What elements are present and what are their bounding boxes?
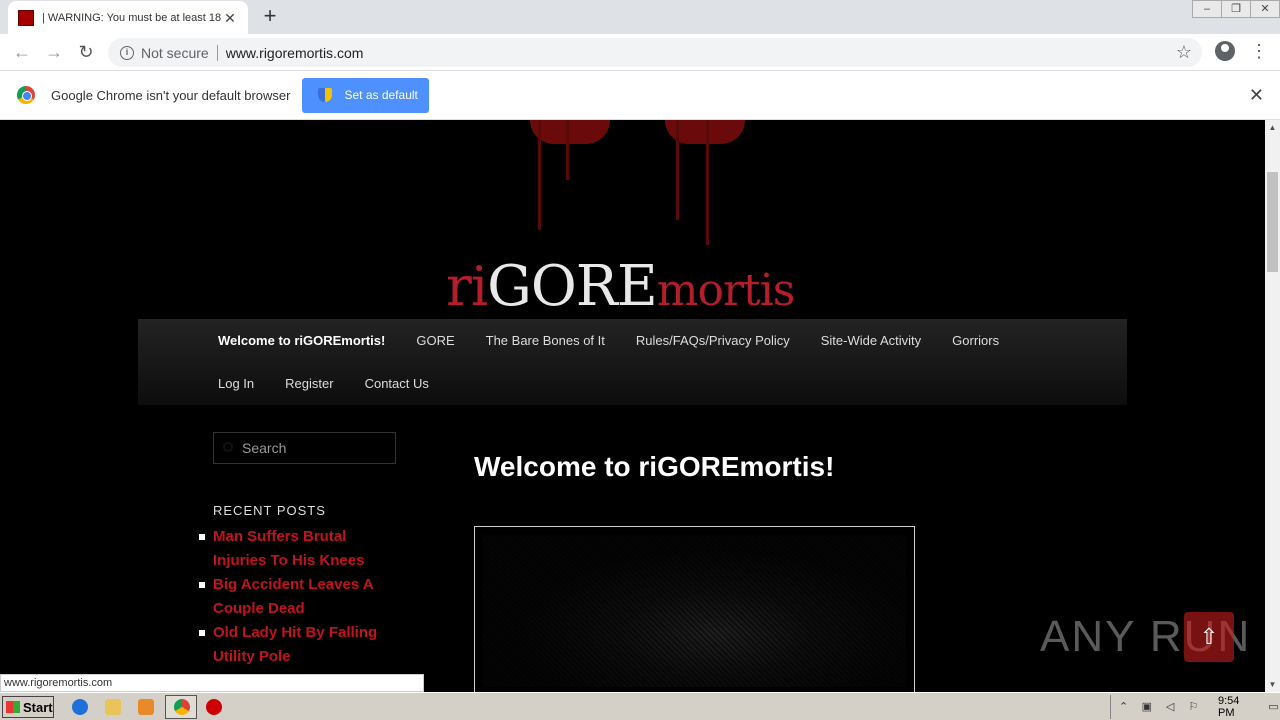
account-icon[interactable]	[1215, 41, 1235, 61]
nav-item-bare-bones[interactable]: The Bare Bones of It	[486, 333, 605, 348]
address-bar[interactable]: i Not secure www.rigoremortis.com ☆	[108, 38, 1202, 67]
nav-item-contact[interactable]: Contact Us	[365, 376, 429, 391]
recent-post-link[interactable]: Old Lady Hit By Falling Utility Pole	[199, 621, 393, 669]
internet-explorer-icon[interactable]	[72, 699, 88, 715]
start-label: Start	[23, 699, 53, 715]
blood-drip	[676, 120, 679, 220]
site-favicon-icon	[18, 9, 34, 26]
blood-drip	[706, 120, 709, 245]
scroll-down-arrow-icon[interactable]: ▼	[1265, 677, 1280, 692]
url-text[interactable]: www.rigoremortis.com	[226, 45, 364, 61]
minimize-button[interactable]: –	[1192, 0, 1222, 18]
set-as-default-button[interactable]: Set as default	[302, 77, 430, 113]
active-tab[interactable]: | WARNING: You must be at least 18 ✕	[8, 1, 248, 34]
logo-mortis: mortis	[656, 265, 796, 316]
nav-item-login[interactable]: Log In	[218, 376, 254, 391]
star-icon[interactable]: ☆	[1176, 42, 1192, 63]
recent-post-link[interactable]: Big Accident Leaves A Couple Dead	[199, 573, 393, 621]
search-input[interactable]	[242, 440, 382, 456]
start-button[interactable]: Start	[2, 696, 54, 718]
show-desktop-icon[interactable]: ▭	[1267, 700, 1280, 714]
uac-shield-icon	[318, 88, 333, 102]
chrome-icon	[174, 699, 190, 715]
nav-item-gore[interactable]: GORE	[416, 333, 454, 348]
nav-item-rules[interactable]: Rules/FAQs/Privacy Policy	[636, 333, 790, 348]
volume-icon[interactable]: ◁	[1164, 700, 1177, 714]
post-image[interactable]	[474, 526, 915, 696]
window-controls: – ❐ ✕	[1192, 0, 1280, 18]
network-icon[interactable]: ▣	[1140, 700, 1153, 714]
windows-taskbar: Start ⌃ ▣ ◁ ⚐ 9:54 PM ▭	[0, 692, 1280, 720]
media-player-icon[interactable]	[138, 699, 154, 715]
scroll-up-arrow-icon[interactable]: ▲	[1265, 120, 1280, 135]
recent-posts-list: Man Suffers Brutal Injuries To His Knees…	[199, 525, 393, 669]
back-arrow-icon[interactable]: ←	[10, 40, 34, 64]
nav-item-register[interactable]: Register	[285, 376, 333, 391]
stop-icon[interactable]	[206, 699, 222, 715]
file-explorer-icon[interactable]	[105, 699, 121, 715]
tray-expand-icon[interactable]: ⌃	[1117, 700, 1130, 714]
nav-row: Welcome to riGOREmortis! GORE The Bare B…	[218, 333, 999, 348]
chrome-logo-icon	[17, 86, 35, 104]
close-window-button[interactable]: ✕	[1250, 0, 1280, 18]
flag-icon[interactable]: ⚐	[1187, 700, 1200, 714]
nav-item-gorriors[interactable]: Gorriors	[952, 333, 999, 348]
search-icon	[223, 442, 233, 452]
set-as-default-label: Set as default	[344, 88, 418, 102]
maximize-button[interactable]: ❐	[1221, 0, 1251, 18]
recent-posts-heading: RECENT POSTS	[213, 503, 326, 518]
post-title: Welcome to riGOREmortis!	[474, 451, 835, 482]
browser-toolbar: ← → ↻ i Not secure www.rigoremortis.com …	[0, 34, 1280, 71]
forward-arrow-icon[interactable]: →	[42, 40, 66, 64]
not-secure-label[interactable]: Not secure	[141, 45, 209, 61]
logo-ri: ri	[446, 255, 488, 318]
nav-item-activity[interactable]: Site-Wide Activity	[821, 333, 921, 348]
site-logo[interactable]: riGOREmortis	[446, 254, 796, 319]
search-field[interactable]	[213, 432, 396, 464]
scroll-thumb[interactable]	[1267, 172, 1278, 272]
nav-row: Log In Register Contact Us	[218, 376, 429, 391]
menu-icon[interactable]: ⋮	[1250, 40, 1268, 62]
scroll-to-top-button[interactable]: ⇧	[1184, 612, 1234, 662]
new-tab-button[interactable]: +	[258, 5, 282, 29]
page-scrollbar[interactable]: ▲ ▼	[1265, 120, 1280, 692]
tab-strip: | WARNING: You must be at least 18 ✕ + –…	[0, 0, 1280, 34]
omnibox-divider	[216, 44, 218, 61]
post-image-content	[483, 535, 906, 687]
tab-title: | WARNING: You must be at least 18	[42, 11, 222, 24]
blood-drip	[566, 120, 569, 180]
nav-item-welcome[interactable]: Welcome to riGOREmortis!	[218, 333, 385, 348]
close-tab-icon[interactable]: ✕	[222, 10, 238, 26]
blood-drip	[538, 120, 541, 230]
link-status-bubble: www.rigoremortis.com	[0, 674, 424, 692]
system-tray: ⌃ ▣ ◁ ⚐ 9:54 PM ▭	[1110, 695, 1280, 719]
reload-icon[interactable]: ↻	[74, 40, 98, 64]
windows-flag-icon	[6, 701, 20, 713]
clock[interactable]: 9:54 PM	[1218, 695, 1257, 719]
logo-gore: GORE	[487, 254, 658, 319]
infobar-message: Google Chrome isn't your default browser	[51, 87, 291, 103]
close-icon[interactable]: ✕	[1249, 85, 1264, 106]
taskbar-chrome-button[interactable]	[165, 695, 197, 719]
blood-splatter	[530, 120, 610, 144]
default-browser-infobar: Google Chrome isn't your default browser…	[0, 71, 1280, 120]
main-navigation: Welcome to riGOREmortis! GORE The Bare B…	[138, 319, 1127, 405]
info-icon[interactable]: i	[120, 45, 134, 60]
recent-post-link[interactable]: Man Suffers Brutal Injuries To His Knees	[199, 525, 393, 573]
